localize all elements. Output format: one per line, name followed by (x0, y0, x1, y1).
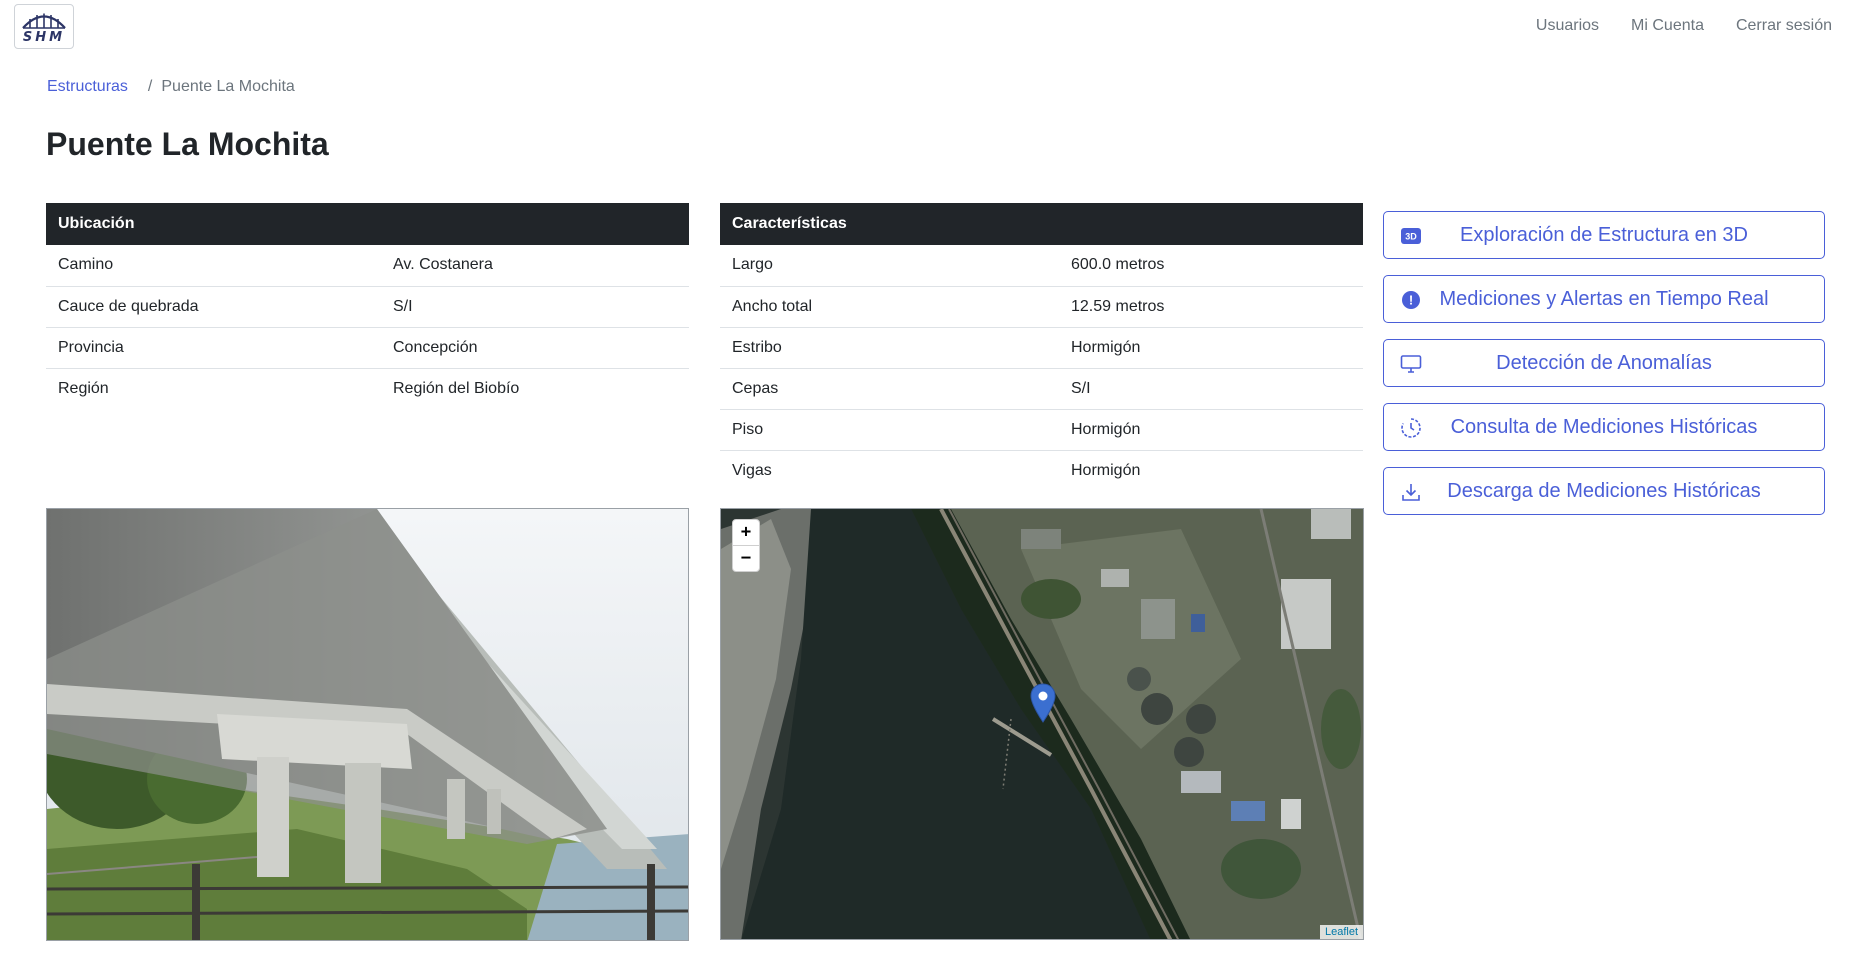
zoom-control: + − (732, 519, 760, 572)
map-attribution-link[interactable]: Leaflet (1319, 925, 1363, 939)
row-label: Camino (46, 245, 381, 287)
table-row: Camino Av. Costanera (46, 245, 689, 287)
row-value: 12.59 metros (1059, 286, 1363, 328)
3d-icon: 3D (1400, 225, 1422, 247)
breadcrumb-separator: / (147, 78, 153, 95)
breadcrumb-current: Puente La Mochita (161, 78, 295, 95)
location-table-header: Ubicación (46, 203, 689, 245)
breadcrumb-link-estructuras[interactable]: Estructuras (47, 78, 128, 96)
explore-3d-button[interactable]: 3D Exploración de Estructura en 3D (1383, 211, 1825, 259)
structure-photo (46, 508, 689, 941)
table-row: Ancho total 12.59 metros (720, 286, 1363, 328)
anomaly-detection-label: Detección de Anomalías (1496, 351, 1712, 374)
history-query-button[interactable]: Consulta de Mediciones Históricas (1383, 403, 1825, 451)
table-row: Región Región del Biobío (46, 368, 689, 409)
table-row: Vigas Hormigón (720, 450, 1363, 491)
row-value: Hormigón (1071, 461, 1141, 479)
table-row: Estribo Hormigón (720, 327, 1363, 369)
nav-link-usuarios[interactable]: Usuarios (1536, 17, 1599, 35)
brand-logo-text: SHM (22, 30, 66, 45)
table-row: Largo 600.0 metros (720, 245, 1363, 287)
svg-text:3D: 3D (1405, 232, 1417, 242)
svg-text:!: ! (1409, 293, 1413, 308)
table-header-row: Características (720, 203, 1363, 245)
history-download-button[interactable]: Descarga de Mediciones Históricas (1383, 467, 1825, 515)
row-label: Cauce de quebrada (46, 286, 381, 328)
zoom-in-button[interactable]: + (733, 520, 759, 545)
row-value: Hormigón (1059, 409, 1363, 451)
realtime-alerts-button[interactable]: ! Mediciones y Alertas en Tiempo Real (1383, 275, 1825, 323)
row-value: Av. Costanera (381, 245, 689, 287)
table-row: Provincia Concepción (46, 327, 689, 369)
features-table: Características Largo 600.0 metros Ancho… (720, 203, 1363, 491)
nav-link-cerrar-sesion[interactable]: Cerrar sesión (1736, 17, 1832, 35)
row-value: 600.0 metros (1059, 245, 1363, 287)
location-map[interactable]: + − Leaflet (720, 508, 1364, 940)
row-label: Región (58, 379, 109, 397)
history-query-label: Consulta de Mediciones Históricas (1450, 415, 1758, 438)
location-table: Ubicación Camino Av. Costanera Cauce de … (46, 203, 689, 409)
row-value: Región del Biobío (393, 379, 520, 397)
table-header-row: Ubicación (46, 203, 689, 245)
row-label: Estribo (720, 327, 1059, 369)
bridge-arch-icon (22, 13, 66, 29)
alert-icon: ! (1400, 289, 1422, 311)
realtime-alerts-label: Mediciones y Alertas en Tiempo Real (1439, 287, 1769, 310)
row-label: Piso (720, 409, 1059, 451)
brand-logo[interactable]: SHM (14, 4, 74, 49)
explore-3d-label: Exploración de Estructura en 3D (1460, 223, 1748, 246)
history-icon (1400, 417, 1422, 439)
download-icon (1400, 481, 1422, 503)
features-table-header: Características (720, 203, 1363, 245)
nav-link-mi-cuenta[interactable]: Mi Cuenta (1631, 17, 1704, 35)
row-label: Provincia (46, 327, 381, 369)
table-row: Cauce de quebrada S/I (46, 286, 689, 328)
nav-links: Usuarios Mi Cuenta Cerrar sesión (1536, 17, 1832, 35)
navbar: SHM Usuarios Mi Cuenta Cerrar sesión (0, 0, 1850, 52)
map-marker-icon[interactable] (1030, 683, 1056, 728)
row-label: Cepas (720, 368, 1059, 410)
history-download-label: Descarga de Mediciones Históricas (1447, 479, 1761, 502)
row-label: Vigas (732, 461, 772, 479)
action-buttons: 3D Exploración de Estructura en 3D ! Med… (1383, 211, 1825, 531)
breadcrumb: Estructuras / Puente La Mochita (47, 78, 295, 96)
page-title: Puente La Mochita (46, 126, 329, 162)
row-label: Ancho total (720, 286, 1059, 328)
row-value: S/I (381, 286, 689, 328)
row-label: Largo (720, 245, 1059, 287)
zoom-out-button[interactable]: − (733, 545, 759, 571)
row-value: Hormigón (1059, 327, 1363, 369)
table-row: Piso Hormigón (720, 409, 1363, 451)
row-value: S/I (1059, 368, 1363, 410)
table-row: Cepas S/I (720, 368, 1363, 410)
monitor-icon (1400, 353, 1422, 375)
row-value: Concepción (381, 327, 689, 369)
anomaly-detection-button[interactable]: Detección de Anomalías (1383, 339, 1825, 387)
